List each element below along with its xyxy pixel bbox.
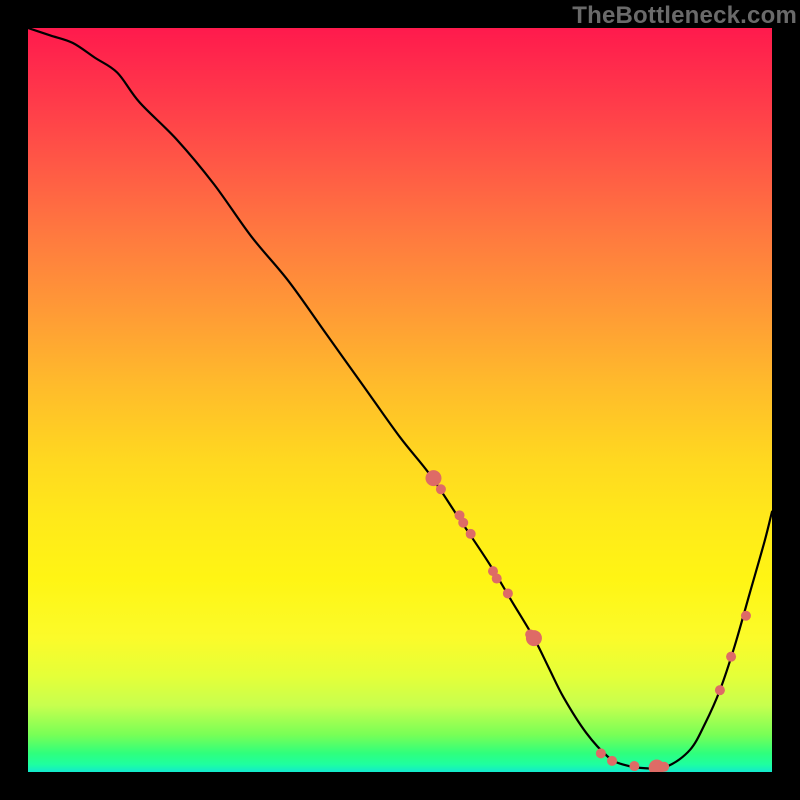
data-point: [458, 518, 468, 528]
data-point: [726, 652, 736, 662]
data-point: [503, 588, 513, 598]
data-point: [436, 484, 446, 494]
data-point: [466, 529, 476, 539]
chart-area: [28, 28, 772, 772]
bottleneck-curve: [28, 28, 772, 769]
data-point: [425, 470, 441, 486]
data-point: [607, 756, 617, 766]
watermark-text: TheBottleneck.com: [572, 2, 797, 30]
data-point: [596, 748, 606, 758]
chart-svg: [28, 28, 772, 772]
data-point: [659, 762, 669, 772]
data-point: [741, 611, 751, 621]
data-point: [715, 685, 725, 695]
data-point: [492, 574, 502, 584]
data-points-group: [425, 470, 750, 772]
data-point: [526, 630, 542, 646]
data-point: [629, 761, 639, 771]
